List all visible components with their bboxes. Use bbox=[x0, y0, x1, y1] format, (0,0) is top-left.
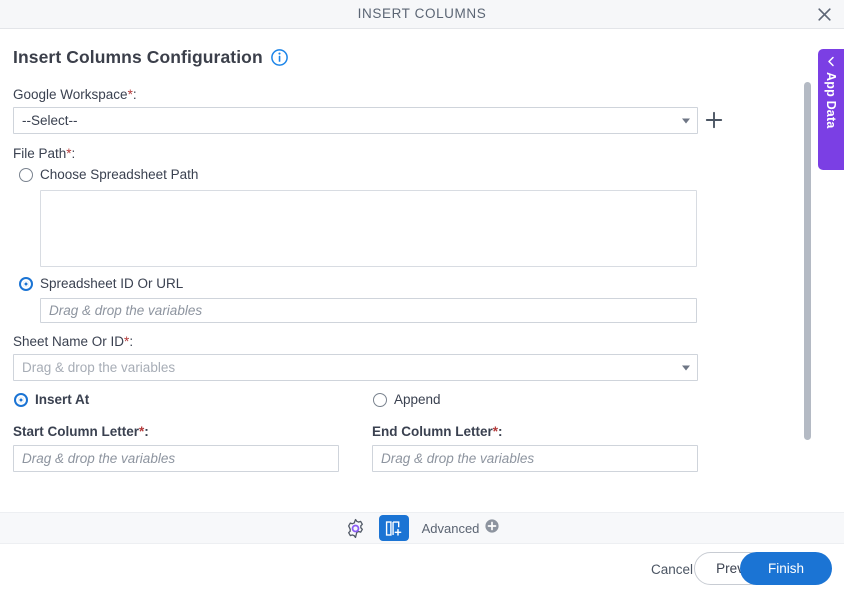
start-column-letter-label: Start Column Letter*: bbox=[13, 424, 149, 439]
placeholder-text: Drag & drop the variables bbox=[49, 303, 203, 318]
insert-columns-dialog: INSERT COLUMNS Insert Columns Configurat… bbox=[0, 0, 844, 595]
radio-label: Spreadsheet ID Or URL bbox=[40, 276, 184, 291]
radio-label: Insert At bbox=[35, 392, 90, 407]
info-circle-icon[interactable] bbox=[270, 49, 288, 66]
sheet-name-or-id-label: Sheet Name Or ID*: bbox=[13, 334, 134, 349]
form-scroll-area[interactable]: Insert Columns Configuration Google Work… bbox=[0, 29, 844, 512]
radio-indicator bbox=[19, 276, 33, 291]
radio-indicator bbox=[14, 392, 28, 407]
scrollbar-thumb[interactable] bbox=[804, 82, 811, 440]
insert-columns-icon[interactable] bbox=[378, 515, 409, 541]
end-column-letter-label: End Column Letter*: bbox=[372, 424, 503, 439]
app-data-panel-tab[interactable]: App Data bbox=[818, 49, 844, 170]
gear-icon[interactable] bbox=[345, 518, 366, 539]
spreadsheet-path-textarea[interactable] bbox=[40, 190, 697, 267]
start-column-letter-input[interactable]: Drag & drop the variables bbox=[13, 445, 339, 472]
radio-choose-spreadsheet-path[interactable]: Choose Spreadsheet Path bbox=[19, 167, 198, 182]
radio-indicator bbox=[19, 167, 33, 182]
form-scrollbar[interactable] bbox=[804, 75, 811, 505]
dialog-title: INSERT COLUMNS bbox=[357, 6, 487, 21]
plus-circle-icon[interactable] bbox=[485, 518, 500, 538]
page-title: Insert Columns Configuration bbox=[13, 47, 263, 67]
add-google-workspace-button[interactable] bbox=[703, 109, 725, 131]
placeholder-text: Drag & drop the variables bbox=[22, 360, 176, 375]
sheet-name-or-id-select[interactable]: Drag & drop the variables bbox=[13, 354, 698, 381]
chevron-down-icon bbox=[682, 365, 690, 370]
placeholder-text: Drag & drop the variables bbox=[22, 451, 176, 466]
page-heading-row: Insert Columns Configuration bbox=[13, 47, 288, 68]
chevron-left-icon bbox=[826, 56, 837, 67]
dialog-titlebar: INSERT COLUMNS bbox=[0, 0, 844, 29]
radio-spreadsheet-id-or-url[interactable]: Spreadsheet ID Or URL bbox=[19, 276, 183, 291]
radio-label: Choose Spreadsheet Path bbox=[40, 167, 199, 182]
radio-indicator bbox=[373, 392, 387, 407]
file-path-label: File Path*: bbox=[13, 146, 76, 161]
google-workspace-value: --Select-- bbox=[22, 113, 78, 128]
app-data-label: App Data bbox=[824, 72, 838, 129]
chevron-down-icon bbox=[682, 118, 690, 123]
close-icon[interactable] bbox=[812, 3, 836, 26]
advanced-toggle[interactable]: Advanced bbox=[421, 518, 500, 538]
google-workspace-label: Google Workspace*: bbox=[13, 87, 137, 102]
radio-insert-at[interactable]: Insert At bbox=[14, 392, 89, 407]
advanced-label: Advanced bbox=[421, 520, 480, 536]
dialog-footer: Cancel Prev Finish bbox=[0, 545, 844, 595]
google-workspace-select[interactable]: --Select-- bbox=[13, 107, 698, 134]
end-column-letter-input[interactable]: Drag & drop the variables bbox=[372, 445, 698, 472]
radio-label: Append bbox=[394, 392, 441, 407]
bottom-toolbar: Advanced bbox=[0, 512, 844, 544]
spreadsheet-id-or-url-input[interactable]: Drag & drop the variables bbox=[40, 298, 697, 323]
finish-button[interactable]: Finish bbox=[740, 552, 832, 585]
radio-append[interactable]: Append bbox=[373, 392, 441, 407]
placeholder-text: Drag & drop the variables bbox=[381, 451, 535, 466]
